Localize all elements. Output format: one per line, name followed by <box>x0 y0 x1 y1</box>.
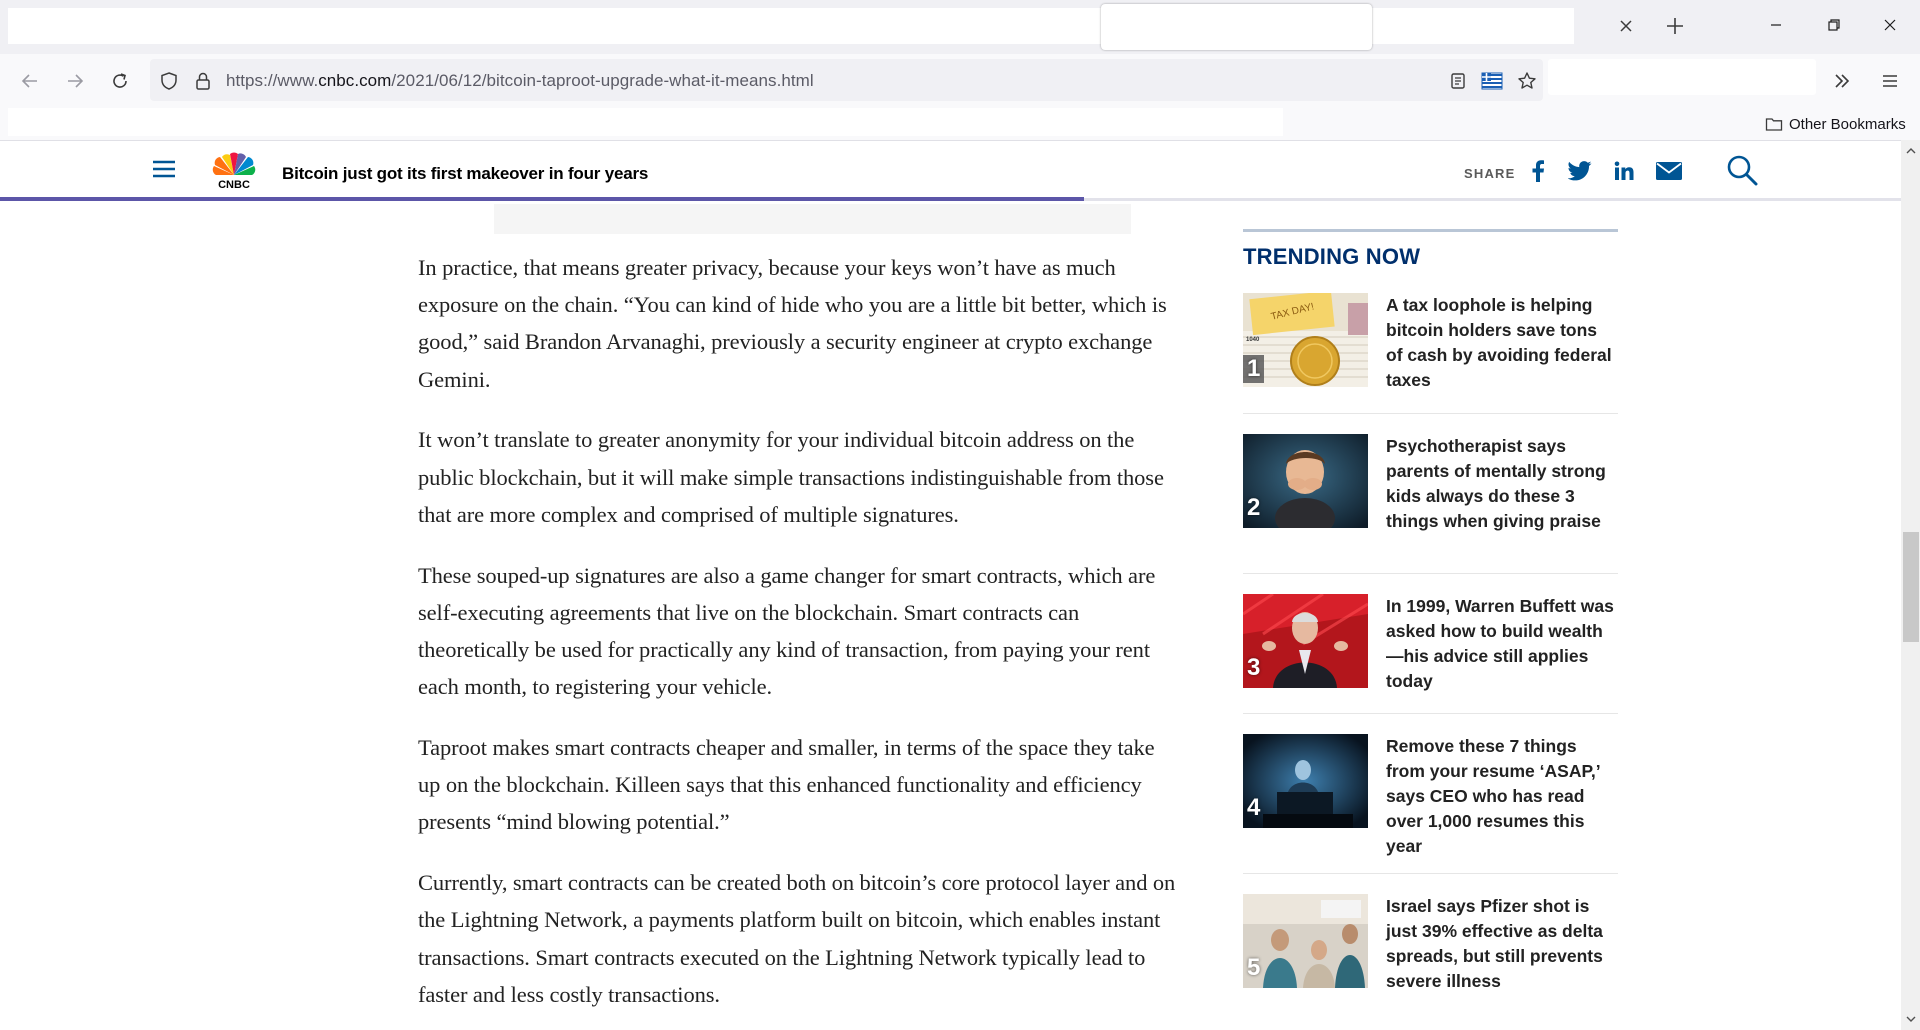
trending-headline-link[interactable]: Remove these 7 things from your resume ‘… <box>1386 734 1618 859</box>
trending-rank: 3 <box>1247 654 1261 681</box>
trending-headline-link[interactable]: A tax loophole is helping bitcoin holder… <box>1386 293 1618 393</box>
trending-rank: 4 <box>1247 794 1261 821</box>
trending-thumbnail-vaccine[interactable]: 5 <box>1243 894 1368 988</box>
bookmarks-area[interactable] <box>8 108 1283 136</box>
facebook-share-icon[interactable] <box>1524 158 1552 184</box>
page-viewport: CNBC Bitcoin just got its first makeover… <box>0 140 1901 1030</box>
back-arrow-icon[interactable] <box>14 65 46 97</box>
trending-rank: 1 <box>1243 355 1265 383</box>
scroll-up-arrow-icon[interactable] <box>1901 142 1920 160</box>
ad-placeholder <box>494 204 1131 234</box>
trending-thumbnail-buffett[interactable]: 3 <box>1243 594 1368 688</box>
translate-flag-icon[interactable] <box>1476 65 1508 97</box>
trending-item[interactable]: 3 In 1999, Warren Buffett was asked how … <box>1243 574 1618 714</box>
trending-list: TAX DAY! 1040 1 A tax loophole is helpin… <box>1243 293 1618 1030</box>
reload-icon[interactable] <box>104 65 136 97</box>
tax-form-number: 1040 <box>1246 337 1260 343</box>
trending-rank: 5 <box>1247 954 1261 981</box>
trending-thumbnail-resume[interactable]: 4 <box>1243 734 1368 828</box>
share-label: SHARE <box>1464 166 1516 181</box>
cnbc-logo[interactable]: CNBC <box>206 149 262 191</box>
trending-divider <box>1243 229 1618 232</box>
lock-icon[interactable] <box>187 65 219 97</box>
trending-item[interactable]: 2 Psychotherapist says parents of mental… <box>1243 414 1618 574</box>
url-text[interactable]: https://www.cnbc.com/2021/06/12/bitcoin-… <box>226 71 814 91</box>
tracking-protection-shield-icon[interactable] <box>153 65 185 97</box>
trending-headline-link[interactable]: In 1999, Warren Buffett was asked how to… <box>1386 594 1618 694</box>
other-bookmarks-button[interactable]: Other Bookmarks <box>1765 113 1906 135</box>
app-menu-icon[interactable] <box>1874 65 1906 97</box>
close-window-icon[interactable] <box>1867 10 1913 40</box>
scroll-down-arrow-icon[interactable] <box>1901 1010 1920 1028</box>
article-paragraph: It won’t translate to greater anonymity … <box>418 427 1164 527</box>
cnbc-sticky-header: CNBC Bitcoin just got its first makeover… <box>0 141 1901 201</box>
other-bookmarks-label: Other Bookmarks <box>1789 115 1906 133</box>
overflow-chevron-icon[interactable] <box>1826 65 1858 97</box>
reading-progress-track <box>1083 198 1901 201</box>
url-path: /2021/06/12/bitcoin-taproot-upgrade-what… <box>391 71 814 90</box>
trending-item[interactable]: 5 Israel says Pfizer shot is just 39% ef… <box>1243 874 1618 1030</box>
twitter-share-icon[interactable] <box>1566 158 1594 184</box>
forward-arrow-icon[interactable] <box>59 65 91 97</box>
url-host: cnbc.com <box>318 71 392 90</box>
trending-headline-link[interactable]: Psychotherapist says parents of mentally… <box>1386 434 1618 534</box>
linkedin-share-icon[interactable] <box>1610 158 1638 184</box>
reading-progress-bar <box>0 197 1084 201</box>
site-search-icon[interactable] <box>1726 154 1758 186</box>
restore-icon[interactable] <box>1810 10 1856 40</box>
trending-title: TRENDING NOW <box>1243 244 1421 269</box>
article-paragraph: In practice, that means greater privacy,… <box>418 255 1167 392</box>
article-paragraph: Currently, smart contracts can be create… <box>418 870 1176 1007</box>
trending-headline-link[interactable]: Israel says Pfizer shot is just 39% effe… <box>1386 894 1618 994</box>
toolbar-extension-area[interactable] <box>1548 59 1816 95</box>
article-body: In practice, that means greater privacy,… <box>418 249 1180 1030</box>
bookmark-star-icon[interactable] <box>1511 65 1543 97</box>
reader-view-icon[interactable] <box>1442 65 1474 97</box>
minimize-icon[interactable] <box>1753 10 1799 40</box>
folder-icon <box>1765 118 1783 131</box>
article-paragraph: Taproot makes smart contracts cheaper an… <box>418 735 1155 835</box>
site-menu-icon[interactable] <box>152 159 176 179</box>
url-scheme: https://www. <box>226 71 319 90</box>
trending-rank: 2 <box>1247 494 1261 521</box>
new-tab-icon[interactable] <box>1660 12 1690 42</box>
article-paragraph: These souped-up signatures are also a ga… <box>418 562 1156 700</box>
trending-thumbnail-child[interactable]: 2 <box>1243 434 1368 528</box>
cnbc-logo-text: CNBC <box>218 179 250 191</box>
article-headline: Bitcoin just got its first makeover in f… <box>282 164 649 183</box>
email-share-icon[interactable] <box>1654 158 1684 184</box>
active-tab[interactable] <box>1101 4 1372 50</box>
close-tab-icon[interactable] <box>1613 14 1639 40</box>
trending-item[interactable]: TAX DAY! 1040 1 A tax loophole is helpin… <box>1243 293 1618 414</box>
scrollbar-thumb[interactable] <box>1903 532 1919 642</box>
trending-item[interactable]: 4 Remove these 7 things from your resume… <box>1243 714 1618 874</box>
trending-thumbnail-bitcoin-tax[interactable]: TAX DAY! 1040 1 <box>1243 293 1368 387</box>
